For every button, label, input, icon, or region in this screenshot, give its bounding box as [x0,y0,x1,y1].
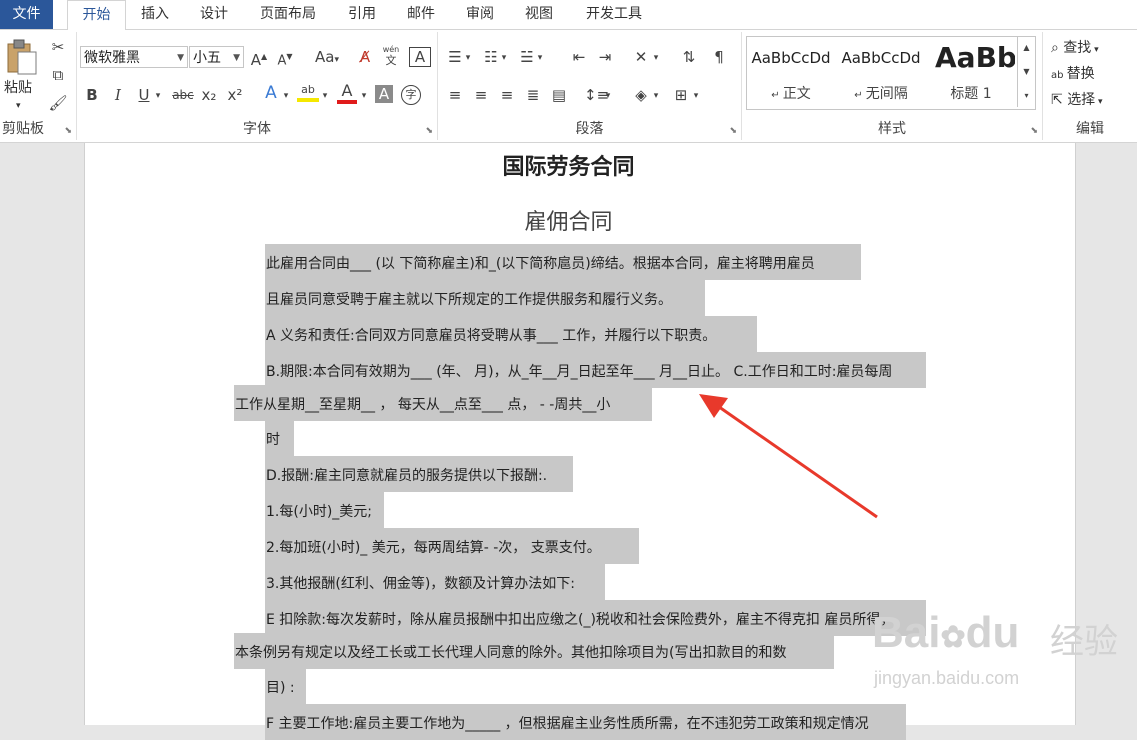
watermark-brand: Bai [872,608,941,657]
watermark-brand2: du [965,608,1020,657]
baidu-watermark: Bai✿du 经验 jingyan.baidu.com [872,600,1132,710]
watermark-cn: 经验 [1050,622,1118,662]
paw-icon: ✿ [940,621,966,654]
watermark-url: jingyan.baidu.com [874,668,1020,688]
